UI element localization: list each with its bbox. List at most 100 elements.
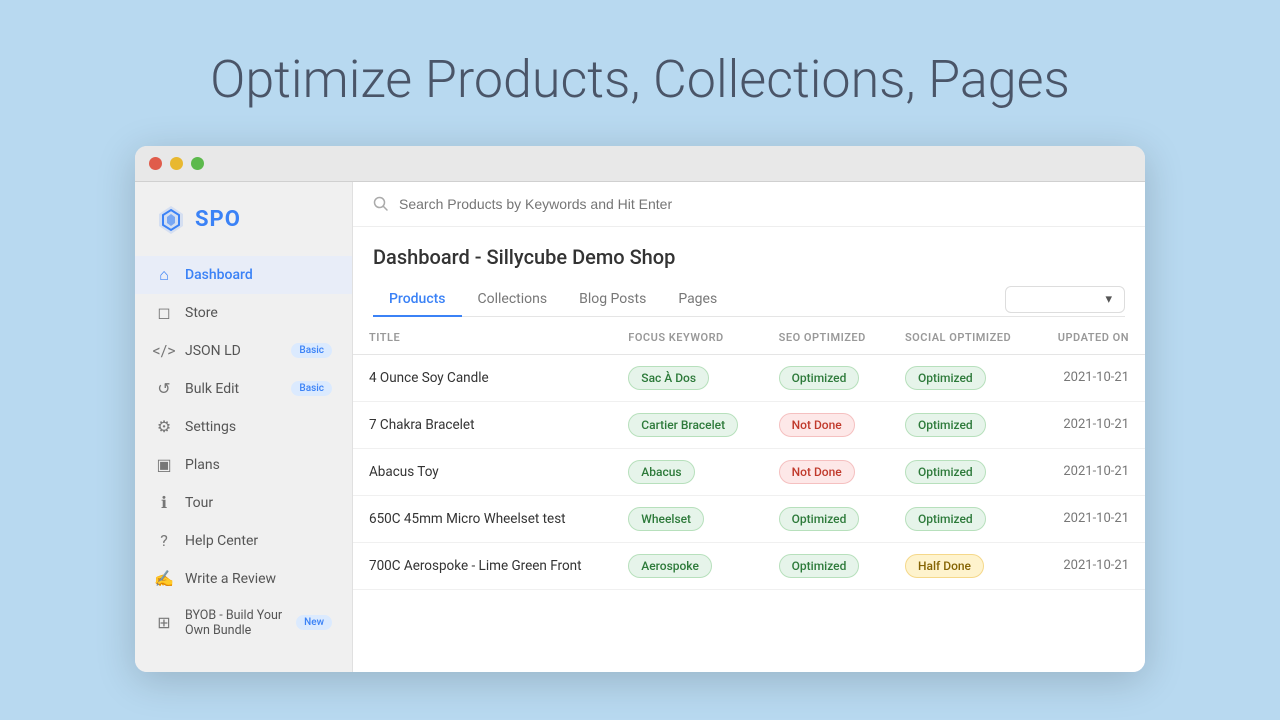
dashboard-title: Dashboard - Sillycube Demo Shop — [373, 245, 1125, 269]
col-focus-keyword: FOCUS KEYWORD — [612, 321, 762, 355]
sidebar-item-write-review[interactable]: ✍ Write a Review — [135, 560, 352, 598]
focus-keyword-cell: Wheelset — [612, 495, 762, 542]
social-status-cell: Optimized — [889, 495, 1036, 542]
sidebar-item-label: Store — [185, 305, 218, 321]
sidebar-item-label: Write a Review — [185, 571, 276, 587]
sidebar-item-help-center[interactable]: ? Help Center — [135, 522, 352, 560]
new-badge: New — [296, 615, 332, 630]
tab-products[interactable]: Products — [373, 283, 462, 317]
col-updated-on: UPDATED ON — [1035, 321, 1145, 355]
sidebar-item-tour[interactable]: ℹ Tour — [135, 484, 352, 522]
table-row: 4 Ounce Soy Candle Sac À Dos Optimized O… — [353, 354, 1145, 401]
sidebar-item-label: Dashboard — [185, 267, 253, 283]
tab-blog-posts[interactable]: Blog Posts — [563, 283, 662, 317]
sidebar-logo: SPO — [135, 194, 352, 256]
filter-dropdown[interactable]: ▾ — [1005, 286, 1125, 313]
sidebar-item-settings[interactable]: ⚙ Settings — [135, 408, 352, 446]
sidebar: SPO ⌂ Dashboard ◻ Store </> JSON LD Basi… — [135, 182, 353, 672]
edit-icon: ↺ — [155, 380, 173, 398]
sidebar-item-label: BYOB - Build Your Own Bundle — [185, 608, 284, 638]
window-body: SPO ⌂ Dashboard ◻ Store </> JSON LD Basi… — [135, 182, 1145, 672]
gear-icon: ⚙ — [155, 418, 173, 436]
box-icon: ◻ — [155, 304, 173, 322]
chevron-down-icon: ▾ — [1105, 292, 1112, 307]
maximize-button[interactable] — [191, 157, 204, 170]
sidebar-item-label: Help Center — [185, 533, 258, 549]
col-title: TITLE — [353, 321, 612, 355]
search-bar — [353, 182, 1145, 227]
keyword-badge: Aerospoke — [628, 554, 712, 578]
main-content: Dashboard - Sillycube Demo Shop Products… — [353, 182, 1145, 672]
tab-collections[interactable]: Collections — [462, 283, 564, 317]
help-icon: ? — [155, 532, 173, 550]
focus-keyword-cell: Sac À Dos — [612, 354, 762, 401]
focus-keyword-cell: Cartier Bracelet — [612, 401, 762, 448]
seo-status-badge: Not Done — [779, 413, 855, 437]
sidebar-item-json-ld[interactable]: </> JSON LD Basic — [135, 332, 352, 370]
seo-status-cell: Not Done — [763, 401, 889, 448]
sidebar-item-byob[interactable]: ⊞ BYOB - Build Your Own Bundle New — [135, 598, 352, 648]
social-status-cell: Half Done — [889, 542, 1036, 589]
social-status-badge: Optimized — [905, 460, 986, 484]
updated-on-cell: 2021-10-21 — [1035, 448, 1145, 495]
seo-status-badge: Optimized — [779, 366, 860, 390]
seo-status-badge: Optimized — [779, 554, 860, 578]
social-status-badge: Optimized — [905, 413, 986, 437]
keyword-badge: Abacus — [628, 460, 694, 484]
social-status-cell: Optimized — [889, 354, 1036, 401]
page-heading: Optimize Products, Collections, Pages — [210, 49, 1070, 110]
basic-badge: Basic — [291, 381, 332, 396]
sidebar-navigation: ⌂ Dashboard ◻ Store </> JSON LD Basic ↺ — [135, 256, 352, 648]
app-window: SPO ⌂ Dashboard ◻ Store </> JSON LD Basi… — [135, 146, 1145, 672]
logo-text: SPO — [195, 207, 241, 232]
tab-pages[interactable]: Pages — [662, 283, 733, 317]
sidebar-item-label: Settings — [185, 419, 236, 435]
sidebar-item-label: JSON LD — [185, 343, 241, 359]
product-title[interactable]: 7 Chakra Bracelet — [353, 401, 612, 448]
product-title[interactable]: 4 Ounce Soy Candle — [353, 354, 612, 401]
updated-on-cell: 2021-10-21 — [1035, 542, 1145, 589]
social-status-cell: Optimized — [889, 448, 1036, 495]
seo-status-cell: Not Done — [763, 448, 889, 495]
keyword-badge: Cartier Bracelet — [628, 413, 738, 437]
social-status-badge: Optimized — [905, 366, 986, 390]
minimize-button[interactable] — [170, 157, 183, 170]
social-status-badge: Half Done — [905, 554, 984, 578]
keyword-badge: Wheelset — [628, 507, 704, 531]
products-table-wrapper: TITLE FOCUS KEYWORD SEO OPTIMIZED SOCIAL… — [353, 317, 1145, 594]
seo-status-badge: Optimized — [779, 507, 860, 531]
sidebar-item-bulk-edit[interactable]: ↺ Bulk Edit Basic — [135, 370, 352, 408]
close-button[interactable] — [149, 157, 162, 170]
table-row: Abacus Toy Abacus Not Done Optimized 202… — [353, 448, 1145, 495]
search-icon — [373, 196, 389, 212]
seo-status-cell: Optimized — [763, 354, 889, 401]
updated-on-cell: 2021-10-21 — [1035, 401, 1145, 448]
sidebar-item-plans[interactable]: ▣ Plans — [135, 446, 352, 484]
star-icon: ✍ — [155, 570, 173, 588]
dashboard-header: Dashboard - Sillycube Demo Shop Products… — [353, 227, 1145, 317]
house-icon: ⌂ — [155, 266, 173, 284]
table-row: 700C Aerospoke - Lime Green Front Aerosp… — [353, 542, 1145, 589]
search-input[interactable] — [399, 196, 1125, 212]
product-title[interactable]: 650C 45mm Micro Wheelset test — [353, 495, 612, 542]
social-status-cell: Optimized — [889, 401, 1036, 448]
basic-badge: Basic — [291, 343, 332, 358]
grid-icon: ⊞ — [155, 614, 173, 632]
spo-logo-icon — [155, 204, 187, 236]
product-title[interactable]: Abacus Toy — [353, 448, 612, 495]
products-table: TITLE FOCUS KEYWORD SEO OPTIMIZED SOCIAL… — [353, 321, 1145, 590]
sidebar-item-dashboard[interactable]: ⌂ Dashboard — [135, 256, 352, 294]
seo-status-cell: Optimized — [763, 495, 889, 542]
keyword-badge: Sac À Dos — [628, 366, 709, 390]
sidebar-item-label: Tour — [185, 495, 213, 511]
table-row: 650C 45mm Micro Wheelset test Wheelset O… — [353, 495, 1145, 542]
table-row: 7 Chakra Bracelet Cartier Bracelet Not D… — [353, 401, 1145, 448]
titlebar — [135, 146, 1145, 182]
code-icon: </> — [155, 342, 173, 360]
updated-on-cell: 2021-10-21 — [1035, 354, 1145, 401]
wallet-icon: ▣ — [155, 456, 173, 474]
sidebar-item-store[interactable]: ◻ Store — [135, 294, 352, 332]
tabs-row: Products Collections Blog Posts Pages ▾ — [373, 283, 1125, 317]
product-title[interactable]: 700C Aerospoke - Lime Green Front — [353, 542, 612, 589]
updated-on-cell: 2021-10-21 — [1035, 495, 1145, 542]
